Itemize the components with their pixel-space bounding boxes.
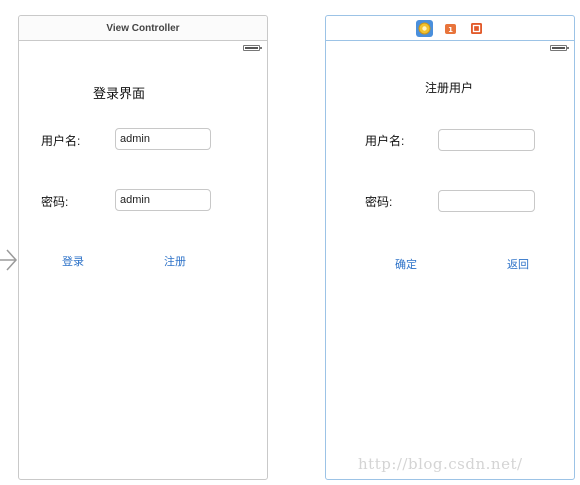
scene-title: View Controller <box>106 22 180 34</box>
password-label: 密码: <box>365 195 393 209</box>
username-label: 用户名: <box>365 134 405 148</box>
battery-icon <box>243 45 262 51</box>
register-scene[interactable]: 1 注册用户 用户名: 密码: 确定 返回 <box>325 15 575 480</box>
username-label: 用户名: <box>41 134 81 148</box>
register-username-field[interactable] <box>438 129 535 151</box>
battery-icon <box>550 45 569 51</box>
register-heading: 注册用户 <box>425 81 474 95</box>
exit-icon[interactable] <box>468 20 485 37</box>
initial-scene-arrow-icon <box>0 249 18 271</box>
login-heading: 登录界面 <box>93 86 146 101</box>
register-button[interactable]: 注册 <box>164 253 186 269</box>
login-button[interactable]: 登录 <box>62 253 84 269</box>
watermark: http://blog.csdn.net/ <box>358 455 523 473</box>
password-label: 密码: <box>41 195 69 209</box>
password-field[interactable] <box>115 189 211 211</box>
register-password-field[interactable] <box>438 190 535 212</box>
username-field[interactable] <box>115 128 211 150</box>
view-controller-icon[interactable] <box>415 19 433 37</box>
confirm-button[interactable]: 确定 <box>395 256 417 272</box>
first-responder-icon[interactable]: 1 <box>442 20 459 37</box>
login-scene[interactable]: View Controller 登录界面 用户名: 密码: 登录 注册 <box>18 15 268 480</box>
svg-text:1: 1 <box>448 26 453 34</box>
scene-title-bar[interactable]: View Controller <box>19 16 267 41</box>
scene-dock[interactable]: 1 <box>326 16 574 41</box>
back-button[interactable]: 返回 <box>507 256 529 272</box>
